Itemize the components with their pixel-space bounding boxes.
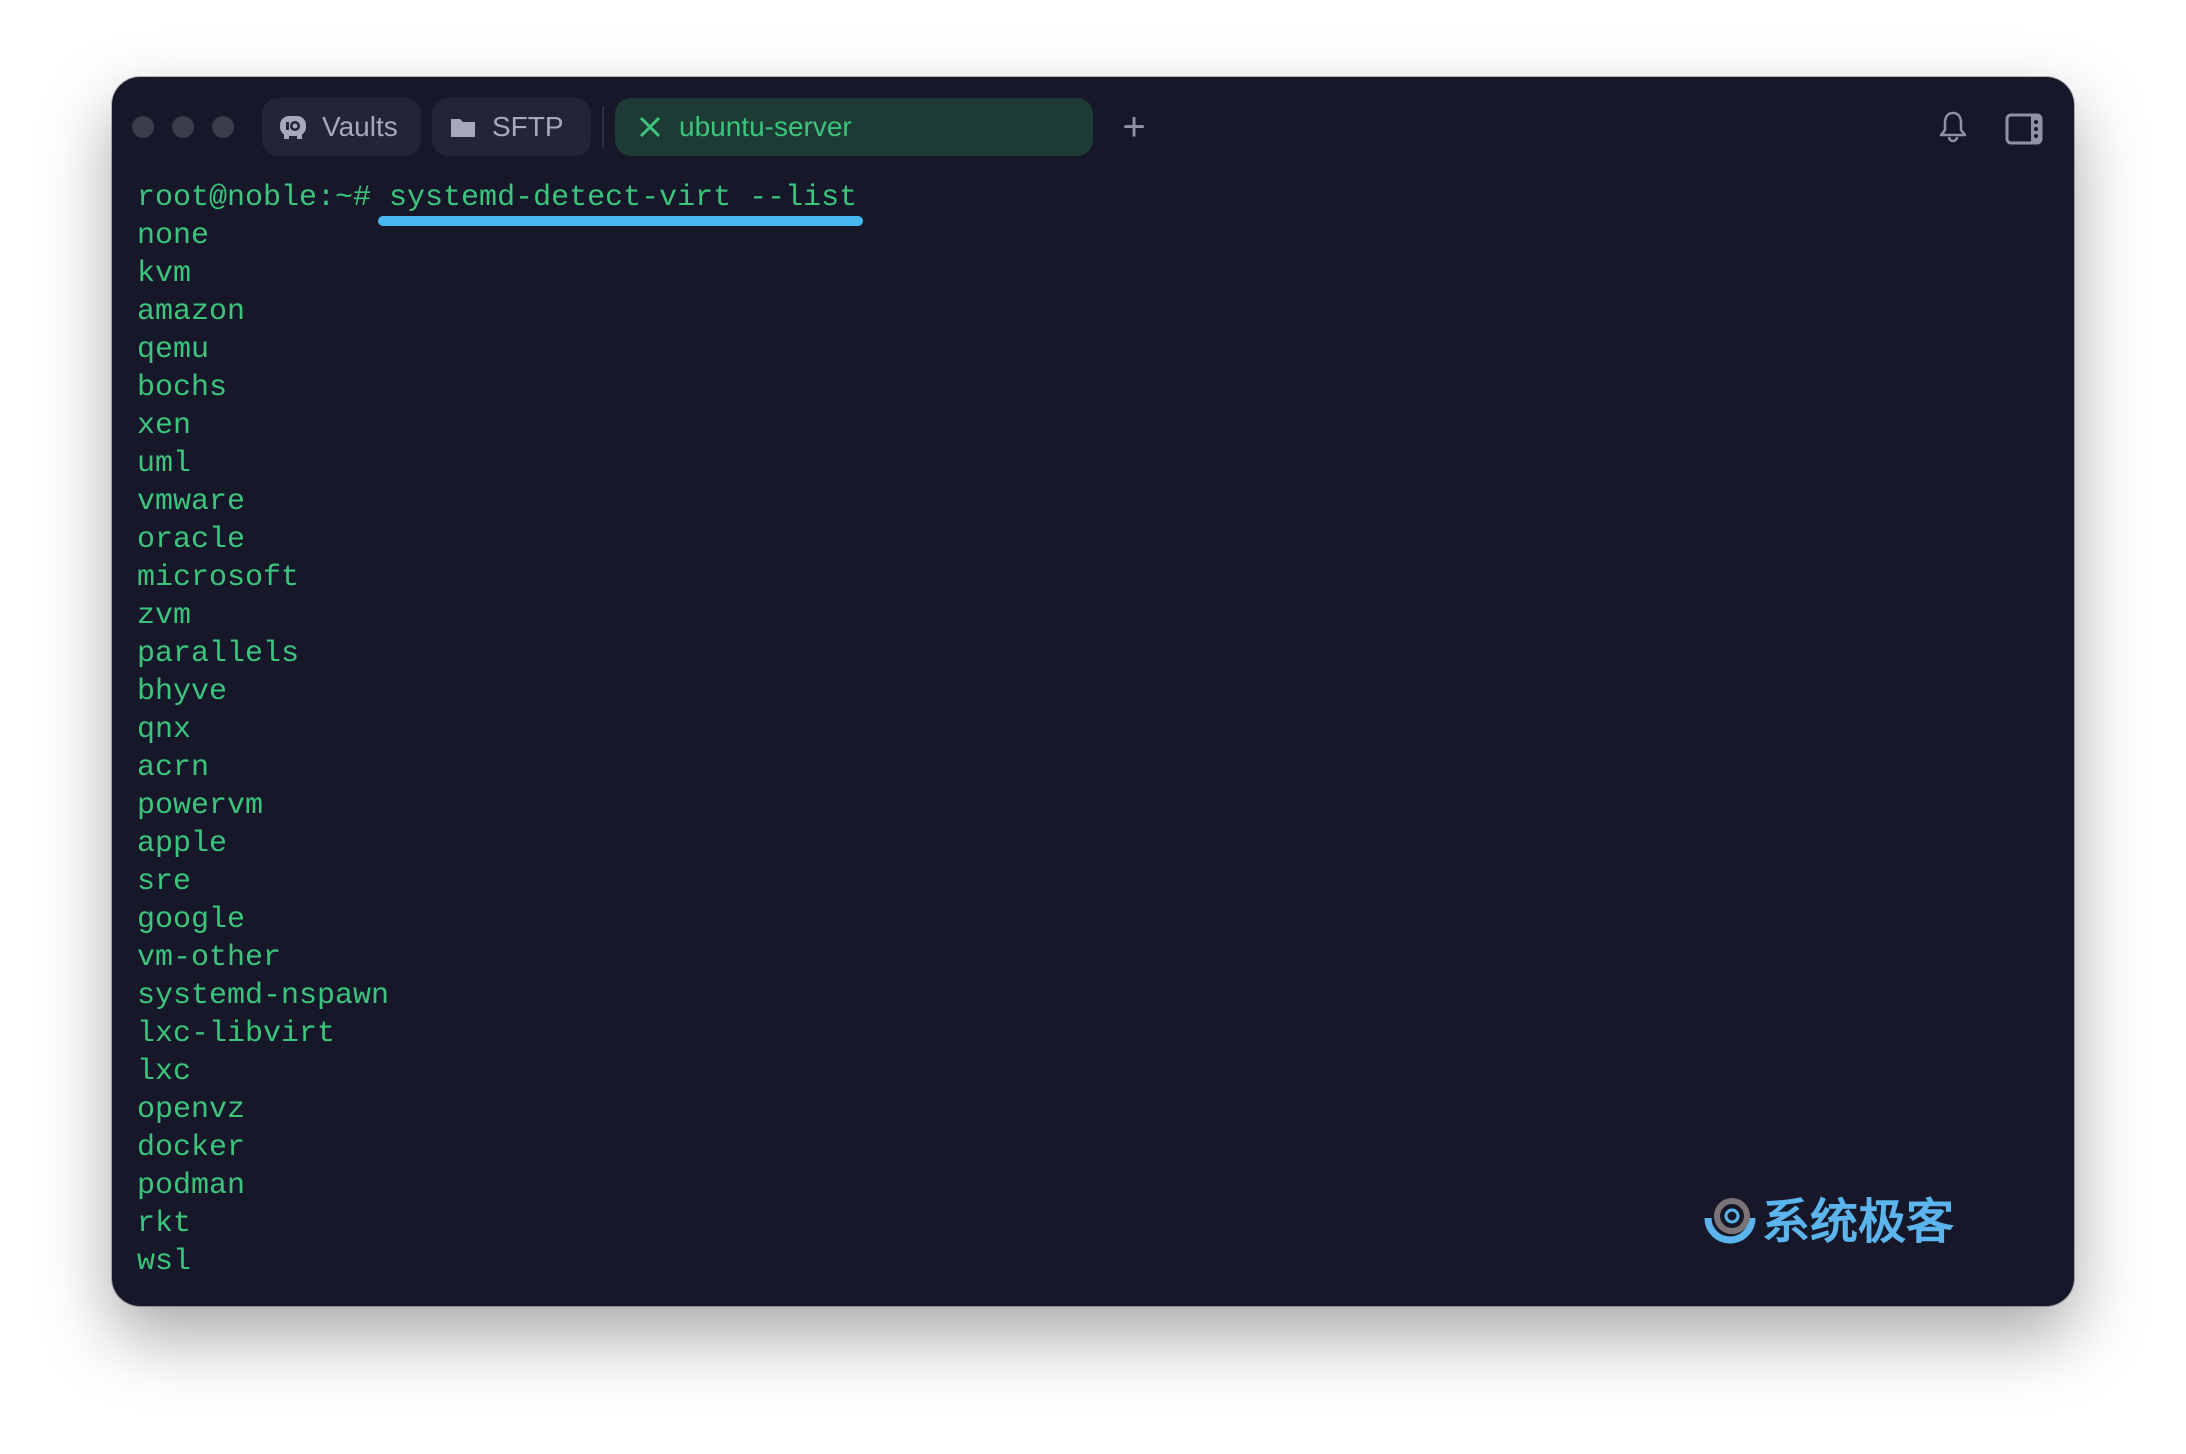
close-window-button[interactable] bbox=[132, 116, 154, 138]
command-line: root@noble:~# systemd-detect-virt --list bbox=[137, 179, 857, 217]
output-line: uml bbox=[137, 447, 192, 481]
maximize-window-button[interactable] bbox=[212, 116, 234, 138]
output-line: rkt bbox=[137, 1207, 192, 1241]
vault-icon bbox=[278, 112, 308, 142]
output-line: podman bbox=[137, 1169, 246, 1203]
output-line: powervm bbox=[137, 789, 264, 823]
prompt: root@noble:~# bbox=[137, 181, 390, 215]
output-line: lxc-libvirt bbox=[137, 1017, 336, 1051]
output-line: acrn bbox=[137, 751, 210, 785]
close-icon[interactable] bbox=[635, 112, 665, 142]
command-highlight-underline bbox=[378, 216, 863, 226]
output-line: kvm bbox=[137, 257, 192, 291]
output-line: parallels bbox=[137, 637, 300, 671]
output-line: vmware bbox=[137, 485, 246, 519]
output-line: qemu bbox=[137, 333, 210, 367]
watermark-logo-icon bbox=[1704, 1198, 1756, 1244]
tab-ubuntu-server[interactable]: ubuntu-server bbox=[615, 98, 1093, 156]
output-lines: none kvm amazon qemu bochs xen uml vmware oracle… bbox=[137, 217, 857, 1281]
output-line: bochs bbox=[137, 371, 228, 405]
output-line: lxc bbox=[137, 1055, 192, 1089]
new-tab-button[interactable]: + bbox=[1118, 106, 1150, 148]
watermark-text: 系统极客 bbox=[1762, 1196, 1955, 1249]
output-line: apple bbox=[137, 827, 228, 861]
tab-label: ubuntu-server bbox=[679, 111, 852, 142]
tab-label: Vaults bbox=[322, 111, 398, 142]
side-panel-toggle-icon[interactable] bbox=[2005, 113, 2043, 150]
command: systemd-detect-virt --list bbox=[389, 181, 858, 215]
output-line: google bbox=[137, 903, 246, 937]
output-line: zvm bbox=[137, 599, 192, 633]
tab-label: SFTP bbox=[492, 111, 564, 142]
output-line: oracle bbox=[137, 523, 246, 557]
output-line: microsoft bbox=[137, 561, 300, 595]
output-line: amazon bbox=[137, 295, 246, 329]
folder-icon bbox=[448, 112, 478, 142]
output-line: sre bbox=[137, 865, 192, 899]
output-line: bhyve bbox=[137, 675, 228, 709]
output-line: openvz bbox=[137, 1093, 246, 1127]
output-line: xen bbox=[137, 409, 192, 443]
terminal-output[interactable]: root@noble:~# systemd-detect-virt --list… bbox=[137, 179, 857, 1281]
watermark-logo: 系统极客 bbox=[1700, 1182, 1954, 1252]
output-line: vm-other bbox=[137, 941, 282, 975]
output-line: qnx bbox=[137, 713, 192, 747]
bell-icon[interactable] bbox=[1938, 110, 1968, 151]
output-line: docker bbox=[137, 1131, 246, 1165]
tab-sftp[interactable]: SFTP bbox=[432, 98, 591, 156]
minimize-window-button[interactable] bbox=[172, 116, 194, 138]
tab-divider bbox=[602, 106, 604, 148]
tab-vaults[interactable]: Vaults bbox=[262, 98, 421, 156]
output-line: systemd-nspawn bbox=[137, 979, 390, 1013]
output-line: wsl bbox=[137, 1245, 192, 1279]
